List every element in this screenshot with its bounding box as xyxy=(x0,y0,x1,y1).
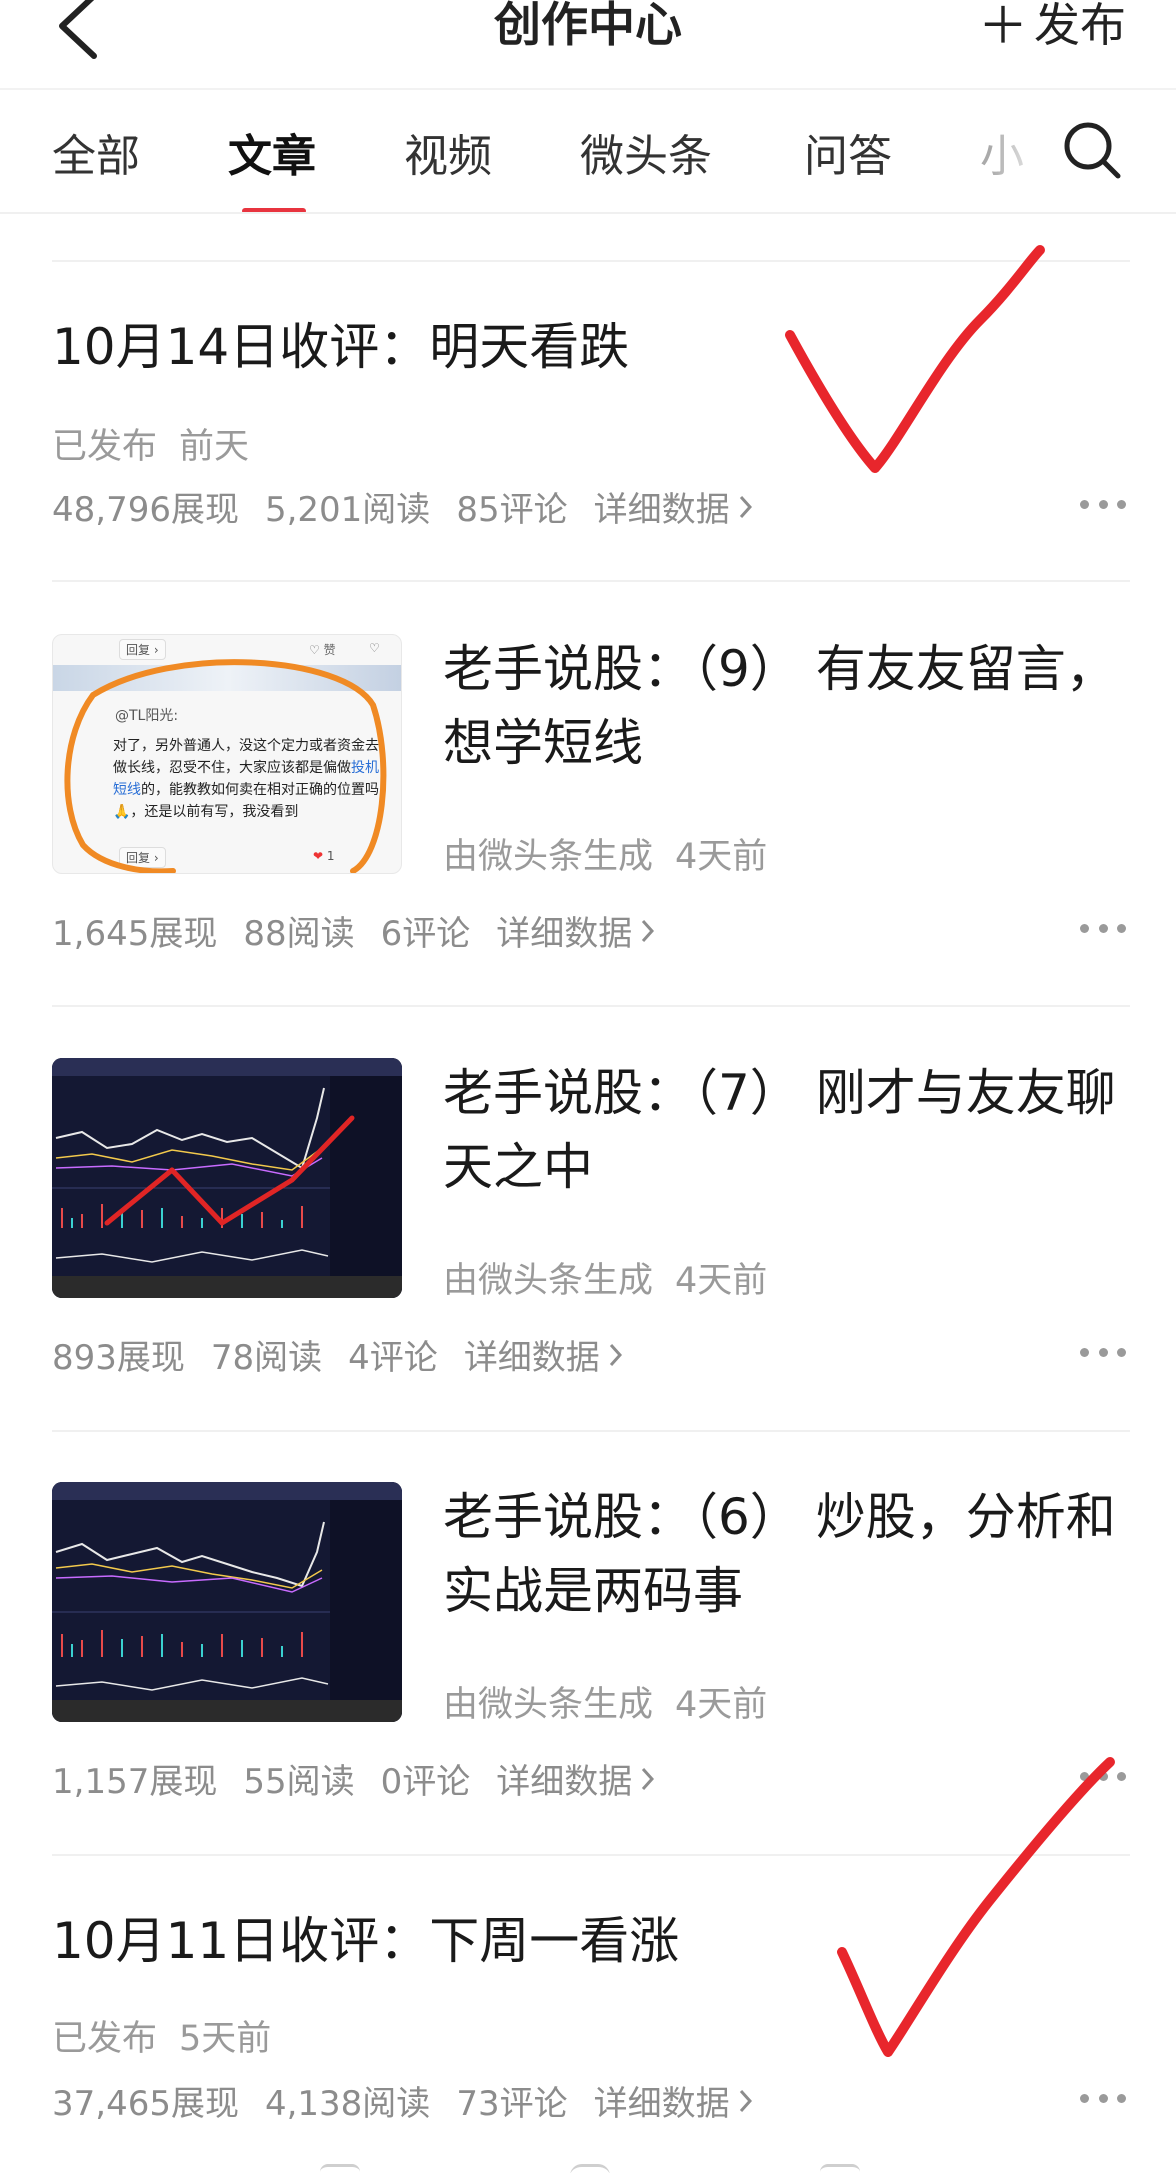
chevron-right-icon xyxy=(609,1343,622,1366)
impressions-count: 48,796展现 xyxy=(52,490,239,530)
article-thumbnail[interactable] xyxy=(52,1482,402,1722)
chevron-right-icon xyxy=(642,919,655,942)
reads-count: 5,201阅读 xyxy=(264,490,431,530)
reads-count: 78阅读 xyxy=(210,1338,323,1378)
bottom-nav-partial xyxy=(0,2150,1176,2173)
publish-button[interactable]: ＋ 发布 xyxy=(978,0,1126,58)
publish-time: 4天前 xyxy=(675,1685,768,1725)
more-options-icon[interactable] xyxy=(1080,1772,1126,1786)
tab-videos[interactable]: 视频 xyxy=(404,120,492,184)
detail-data-link[interactable]: 详细数据 xyxy=(464,1330,622,1379)
stock-chart-photo xyxy=(52,1482,402,1722)
nav-icon[interactable] xyxy=(320,2164,360,2173)
article-thumbnail[interactable] xyxy=(52,1058,402,1298)
more-options-icon[interactable] xyxy=(1080,1348,1126,1362)
article-meta: 由微头条生成 4天前 xyxy=(443,1676,767,1727)
article-status: 已发布 5天前 xyxy=(52,2010,271,2061)
tab-articles[interactable]: 文章 xyxy=(228,120,316,184)
publish-time: 4天前 xyxy=(675,1261,768,1301)
article-title[interactable]: 10月14日收评：明天看跌 xyxy=(52,310,629,384)
source-label: 由微头条生成 xyxy=(443,1685,654,1725)
checkmark-icon xyxy=(837,1757,1115,2057)
impressions-count: 37,465展现 xyxy=(52,2084,239,2124)
impressions-count: 893展现 xyxy=(52,1338,185,1378)
detail-data-link[interactable]: 详细数据 xyxy=(594,482,752,531)
search-icon[interactable] xyxy=(1062,120,1122,180)
chevron-right-icon xyxy=(642,1767,655,1790)
orange-circle-annotation xyxy=(64,659,387,873)
stock-chart-photo xyxy=(52,1058,402,1298)
chevron-right-icon xyxy=(739,495,752,518)
status-label: 已发布 xyxy=(52,427,158,467)
publish-time: 4天前 xyxy=(675,837,768,877)
tab-qa[interactable]: 问答 xyxy=(804,120,892,184)
more-options-icon[interactable] xyxy=(1080,500,1126,514)
article-thumbnail[interactable]: 回复 › ♡ 赞 ♡ @TL阳光: 对了，另外普通人，没这个定力或者资金去做长线… xyxy=(52,634,402,874)
reads-count: 55阅读 xyxy=(243,1762,355,1802)
article-title[interactable]: 老手说股：（9） 有友友留言，想学短线 xyxy=(443,632,1133,780)
nav-icon[interactable] xyxy=(570,2164,610,2173)
comments-count: 4评论 xyxy=(348,1338,438,1378)
article-stats: 1,645展现 88阅读 6评论 详细数据 xyxy=(52,906,655,955)
article-title[interactable]: 老手说股：（7） 刚才与友友聊天之中 xyxy=(443,1056,1133,1204)
detail-data-link[interactable]: 详细数据 xyxy=(496,906,655,955)
tabs-divider xyxy=(0,212,1176,214)
article-stats: 48,796展现 5,201阅读 85评论 详细数据 xyxy=(52,482,752,531)
comments-count: 73评论 xyxy=(456,2084,568,2124)
detail-data-label: 详细数据 xyxy=(496,1762,633,1802)
article-stats: 1,157展现 55阅读 0评论 详细数据 xyxy=(52,1754,655,1803)
detail-data-label: 详细数据 xyxy=(463,1338,600,1378)
tab-all[interactable]: 全部 xyxy=(52,120,140,184)
detail-data-label: 详细数据 xyxy=(593,2084,730,2124)
more-options-icon[interactable] xyxy=(1080,2094,1126,2108)
nav-icon[interactable] xyxy=(820,2164,860,2173)
detail-data-label: 详细数据 xyxy=(593,490,730,530)
comments-count: 6评论 xyxy=(380,914,471,954)
tab-micro-posts[interactable]: 微头条 xyxy=(580,120,712,184)
list-divider xyxy=(52,1854,1130,1856)
list-divider xyxy=(52,260,1130,262)
list-divider xyxy=(52,1430,1130,1432)
app-header: 创作中心 ＋ 发布 xyxy=(0,0,1176,88)
status-label: 已发布 xyxy=(52,2019,158,2059)
article-title[interactable]: 10月11日收评：下周一看涨 xyxy=(52,1904,679,1978)
checkmark-icon xyxy=(785,245,1045,473)
source-label: 由微头条生成 xyxy=(443,837,654,877)
list-divider xyxy=(52,580,1130,582)
comment-screenshot: 回复 › ♡ 赞 ♡ @TL阳光: 对了，另外普通人，没这个定力或者资金去做长线… xyxy=(53,635,401,873)
publish-time: 5天前 xyxy=(179,2019,272,2059)
chevron-right-icon xyxy=(739,2089,752,2112)
article-stats: 893展现 78阅读 4评论 详细数据 xyxy=(52,1330,622,1379)
article-meta: 由微头条生成 4天前 xyxy=(443,828,767,879)
content-tabs: 全部 文章 视频 微头条 问答 小 xyxy=(0,90,1176,214)
impressions-count: 1,157展现 xyxy=(52,1762,218,1802)
publish-label: 发布 xyxy=(1034,0,1126,52)
reads-count: 88阅读 xyxy=(243,914,355,954)
article-stats: 37,465展现 4,138阅读 73评论 详细数据 xyxy=(52,2076,752,2125)
tab-fade-overlay xyxy=(990,100,1050,200)
article-title[interactable]: 老手说股：（6） 炒股，分析和实战是两码事 xyxy=(443,1480,1133,1628)
article-status: 已发布 前天 xyxy=(52,418,249,469)
list-divider xyxy=(52,1005,1130,1007)
publish-time: 前天 xyxy=(179,427,250,467)
comments-count: 85评论 xyxy=(456,490,568,530)
detail-data-link[interactable]: 详细数据 xyxy=(496,1754,655,1803)
comments-count: 0评论 xyxy=(380,1762,471,1802)
more-options-icon[interactable] xyxy=(1080,924,1126,938)
detail-data-label: 详细数据 xyxy=(496,914,633,954)
impressions-count: 1,645展现 xyxy=(52,914,218,954)
article-meta: 由微头条生成 4天前 xyxy=(443,1252,767,1303)
reads-count: 4,138阅读 xyxy=(264,2084,431,2124)
source-label: 由微头条生成 xyxy=(443,1261,654,1301)
detail-data-link[interactable]: 详细数据 xyxy=(594,2076,752,2125)
plus-icon: ＋ xyxy=(978,0,1028,55)
